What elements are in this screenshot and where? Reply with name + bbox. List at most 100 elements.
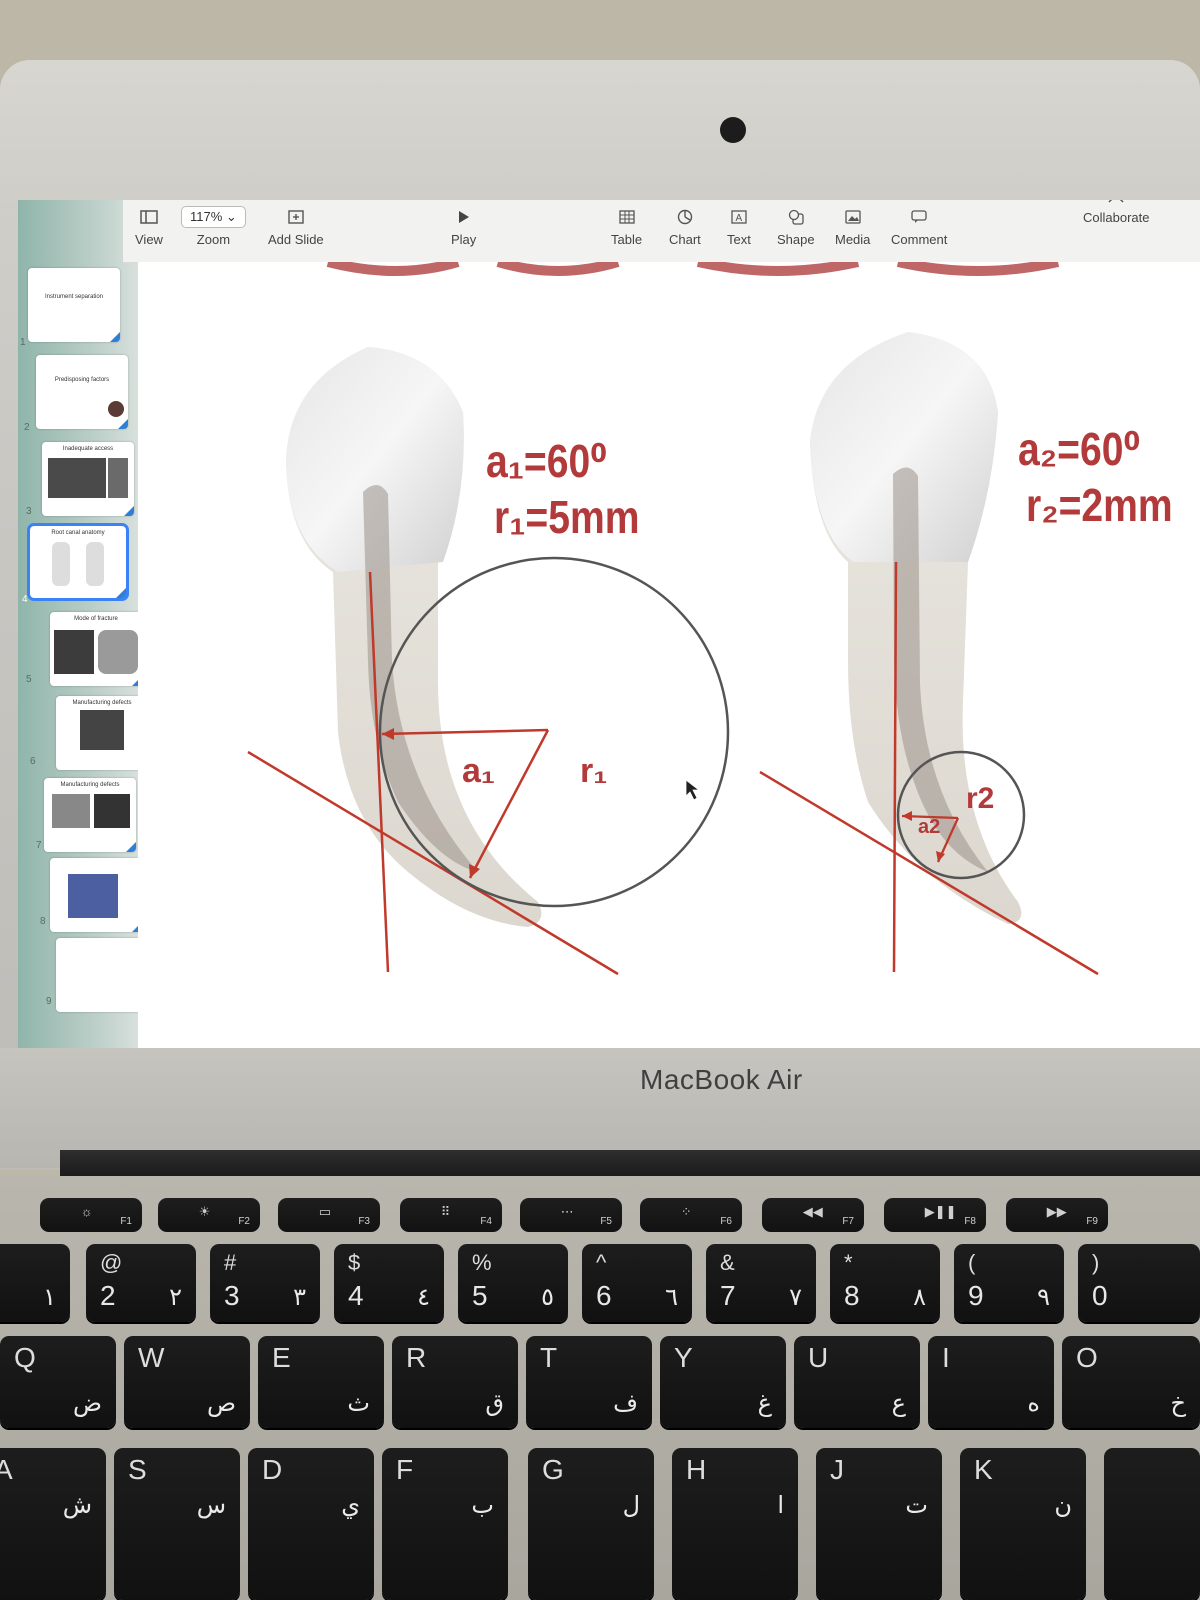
slide-canvas[interactable]: a₁=60⁰ r₁=5mm a₂=60⁰ r₂=2mm a₁ r₁ a2 r2 [138,257,1200,1048]
f5-key[interactable]: ⋯ F5 [520,1198,622,1232]
key-q[interactable]: Qض [0,1336,116,1428]
slide-thumb-title: Instrument separation [44,294,104,300]
slide-thumb-8[interactable] [50,858,142,932]
key-7[interactable]: & 7 ٧ [706,1244,816,1322]
key-label: 2 [100,1280,116,1311]
key-k[interactable]: Kن [960,1448,1086,1600]
key-5[interactable]: % 5 ٥ [458,1244,568,1322]
key-t[interactable]: Tف [526,1336,652,1428]
key-arabic-label: ث [347,1390,370,1417]
slide-label-a1: a₁ [462,752,495,790]
slide-thumb-title: Mode of fracture [74,616,118,622]
brightness-down-icon: ☼ [80,1204,93,1219]
key-label: G [542,1454,564,1485]
key-e[interactable]: Eث [258,1336,384,1428]
f7-key[interactable]: ◀◀ F7 [762,1198,864,1232]
key-label: Y [674,1342,693,1373]
key-w[interactable]: Wص [124,1336,250,1428]
view-button[interactable]: View [135,208,163,247]
collaborate-button[interactable]: Collaborate [1083,200,1150,225]
key-j[interactable]: Jت [816,1448,942,1600]
chart-button[interactable]: Chart [669,208,701,247]
slide-number: 3 [26,506,32,517]
slide-thumb-9[interactable] [56,938,148,1012]
f1-key[interactable]: ☼ F1 [40,1198,142,1232]
slide-thumb-7[interactable]: Manufacturing defects [44,778,136,852]
key-6[interactable]: ^ 6 ٦ [582,1244,692,1322]
key-l[interactable] [1104,1448,1200,1600]
key-label: F9 [1086,1216,1098,1227]
key-u[interactable]: Uع [794,1336,920,1428]
key-shift-label: ) [1092,1250,1100,1275]
key-arabic-label: ع [891,1390,906,1417]
key-label: F2 [238,1216,250,1227]
play-label: Play [451,232,477,247]
key-label: W [138,1342,165,1373]
key-4[interactable]: $4 ٤ [334,1244,444,1322]
thumb-image [48,458,106,498]
webcam [720,117,746,143]
key-2[interactable]: @2 ٢ [86,1244,196,1322]
slide-thumb-3[interactable]: Inadequate access [42,442,134,516]
key-a[interactable]: Aش [0,1448,106,1600]
key-arabic-label: س [196,1492,226,1519]
key-3[interactable]: #3 ٣ [210,1244,320,1322]
key-r[interactable]: Rق [392,1336,518,1428]
chart-icon [675,208,695,226]
slide-number: 9 [46,996,52,1007]
plus-icon [286,208,306,226]
chevron-down-icon: ⌄ [225,209,237,224]
key-f[interactable]: Fب [382,1448,508,1600]
collaborate-icon [1106,200,1126,204]
f8-key[interactable]: ▶❚❚ F8 [884,1198,986,1232]
key-label: F6 [720,1216,732,1227]
key-8[interactable]: * 8 ٨ [830,1244,940,1322]
slide-thumb-5[interactable]: Mode of fracture [50,612,142,686]
key-i[interactable]: Iه [928,1336,1054,1428]
key-s[interactable]: Sس [114,1448,240,1600]
zoom-control[interactable]: 117% ⌄ Zoom [181,206,246,247]
slide-number: 8 [40,916,46,927]
thumb-image [108,401,124,417]
key-label: 8 [844,1280,860,1311]
key-h[interactable]: Hا [672,1448,798,1600]
text-button[interactable]: A Text [727,208,751,247]
slide-thumb-6[interactable]: Manufacturing defects [56,696,148,770]
key-0[interactable]: ) 0 [1078,1244,1200,1322]
slide-illustration [138,257,1200,976]
media-button[interactable]: Media [835,208,870,247]
slide-thumb-title: Inadequate access [62,446,114,452]
f6-key[interactable]: ⁘ F6 [640,1198,742,1232]
shape-button[interactable]: Shape [777,208,815,247]
slide-thumb-title: Root canal anatomy [51,530,105,536]
key-arabic-label: ه [1027,1390,1040,1417]
key-o[interactable]: Oخ [1062,1336,1200,1428]
play-button[interactable]: Play [451,208,476,247]
f4-key[interactable]: ⠿ F4 [400,1198,502,1232]
thumb-corner [124,506,134,516]
add-slide-button[interactable]: Add Slide [268,208,324,247]
slide-thumb-2[interactable]: Predisposing factors [36,355,128,429]
key-g[interactable]: Gل [528,1448,654,1600]
slide-thumb-4-selected[interactable]: Root canal anatomy [27,523,129,601]
key-d[interactable]: Dي [248,1448,374,1600]
laptop-hinge [60,1150,1200,1176]
thumb-image [80,710,124,750]
table-icon [617,208,637,226]
key-arabic-label: ص [206,1390,236,1417]
f9-key[interactable]: ▶▶ F9 [1006,1198,1108,1232]
keyboard-light-up-icon: ⁘ [680,1204,692,1219]
tooth-right [810,332,1022,924]
comment-button[interactable]: Comment [891,208,947,247]
key-9[interactable]: (9 ٩ [954,1244,1064,1322]
thumb-image [54,630,94,674]
table-button[interactable]: Table [611,208,642,247]
slide-number: 2 [24,422,30,433]
f3-key[interactable]: ▭ F3 [278,1198,380,1232]
zoom-select[interactable]: 117% ⌄ [181,206,246,228]
key-1[interactable]: !1١ [0,1244,70,1322]
key-y[interactable]: Yغ [660,1336,786,1428]
f2-key[interactable]: ☀ F2 [158,1198,260,1232]
slide-thumb-1[interactable]: Instrument separation [28,268,120,342]
key-label: F5 [600,1216,612,1227]
